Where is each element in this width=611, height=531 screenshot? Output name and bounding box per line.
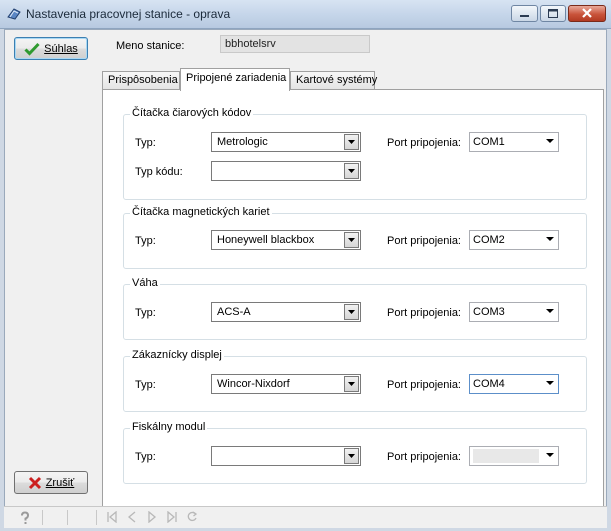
status-separator	[96, 510, 97, 525]
next-icon[interactable]	[146, 511, 158, 523]
magnetic-type-label: Typ:	[135, 235, 156, 247]
chevron-down-icon	[546, 381, 554, 386]
chevron-down-icon	[348, 310, 355, 314]
fiscal-type-select[interactable]	[211, 446, 361, 466]
dropdown-button[interactable]	[344, 376, 359, 392]
group-title-barcode: Čítačka čiarových kódov	[130, 107, 254, 119]
group-title-scale: Váha	[130, 277, 160, 289]
group-title-display: Zákaznícky displej	[130, 349, 224, 361]
fiscal-port-label: Port pripojenia:	[387, 451, 461, 463]
station-name-field: bbhotelsrv	[220, 35, 370, 53]
display-port-value: COM4	[473, 378, 505, 390]
barcode-port-label: Port pripojenia:	[387, 137, 461, 149]
barcode-port-value: COM1	[473, 136, 505, 148]
station-name-label: Meno stanice:	[116, 40, 185, 52]
scale-type-label: Typ:	[135, 307, 156, 319]
question-icon[interactable]	[18, 511, 32, 525]
x-icon	[28, 476, 41, 489]
chevron-down-icon	[348, 382, 355, 386]
refresh-icon[interactable]	[186, 511, 198, 523]
barcode-type-label: Typ:	[135, 137, 156, 149]
magnetic-port-select[interactable]: COM2	[469, 230, 559, 250]
barcode-port-select[interactable]: COM1	[469, 132, 559, 152]
dropdown-button[interactable]	[344, 134, 359, 150]
barcode-reader-group: Čítačka čiarových kódov	[123, 107, 587, 200]
magnetic-type-value: Honeywell blackbox	[217, 234, 315, 246]
fiscal-port-empty	[473, 449, 539, 463]
tab-card-systems[interactable]: Kartové systémy	[290, 71, 377, 89]
window-title: Nastavenia pracovnej stanice - oprava	[26, 7, 231, 21]
scale-port-select[interactable]: COM3	[469, 302, 559, 322]
fiscal-type-label: Typ:	[135, 451, 156, 463]
tab-customizations[interactable]: Prispôsobenia	[102, 71, 180, 89]
display-type-select[interactable]: Wincor-Nixdorf	[211, 374, 361, 394]
ok-button-label: Súhlas	[44, 42, 78, 55]
display-port-label: Port pripojenia:	[387, 379, 461, 391]
app-icon	[7, 8, 21, 20]
barcode-codetype-select[interactable]	[211, 161, 361, 181]
status-separator	[42, 510, 43, 525]
first-icon[interactable]	[106, 511, 118, 523]
dropdown-button[interactable]	[344, 232, 359, 248]
fiscal-port-select[interactable]	[469, 446, 559, 466]
display-type-label: Typ:	[135, 379, 156, 391]
scale-type-value: ACS-A	[217, 306, 251, 318]
maximize-icon	[548, 9, 558, 18]
title-bar: Nastavenia pracovnej stanice - oprava	[0, 0, 611, 29]
prev-icon[interactable]	[126, 511, 138, 523]
chevron-down-icon	[546, 139, 554, 144]
status-bar	[4, 506, 607, 528]
close-icon	[582, 8, 592, 18]
group-title-fiscal: Fiskálny modul	[130, 421, 208, 433]
maximize-button[interactable]	[540, 5, 566, 22]
checkmark-icon	[24, 42, 40, 56]
chevron-down-icon	[348, 454, 355, 458]
magnetic-port-label: Port pripojenia:	[387, 235, 461, 247]
cancel-button-label: Zrušiť	[45, 476, 75, 489]
minimize-icon	[520, 15, 529, 17]
cancel-button[interactable]: Zrušiť	[14, 471, 88, 494]
dropdown-button[interactable]	[344, 163, 359, 179]
chevron-down-icon	[348, 169, 355, 173]
dialog-body: Súhlas Meno stanice: bbhotelsrv Prispôso…	[4, 29, 607, 527]
chevron-down-icon	[546, 309, 554, 314]
status-separator	[67, 510, 68, 525]
magnetic-port-value: COM2	[473, 234, 505, 246]
scale-type-select[interactable]: ACS-A	[211, 302, 361, 322]
barcode-type-value: Metrologic	[217, 136, 268, 148]
group-title-magnetic: Čítačka magnetických kariet	[130, 206, 272, 218]
display-port-select[interactable]: COM4	[469, 374, 559, 394]
barcode-type-select[interactable]: Metrologic	[211, 132, 361, 152]
display-type-value: Wincor-Nixdorf	[217, 378, 290, 390]
scale-port-label: Port pripojenia:	[387, 307, 461, 319]
chevron-down-icon	[348, 238, 355, 242]
ok-button[interactable]: Súhlas	[14, 37, 88, 60]
magnetic-type-select[interactable]: Honeywell blackbox	[211, 230, 361, 250]
dropdown-button[interactable]	[344, 448, 359, 464]
last-icon[interactable]	[166, 511, 178, 523]
tab-connected-devices[interactable]: Pripojené zariadenia	[180, 68, 290, 91]
scale-port-value: COM3	[473, 306, 505, 318]
chevron-down-icon	[546, 237, 554, 242]
close-button[interactable]	[568, 5, 606, 22]
minimize-button[interactable]	[511, 5, 538, 22]
barcode-codetype-label: Typ kódu:	[135, 166, 183, 178]
dropdown-button[interactable]	[344, 304, 359, 320]
chevron-down-icon	[546, 453, 554, 458]
chevron-down-icon	[348, 140, 355, 144]
